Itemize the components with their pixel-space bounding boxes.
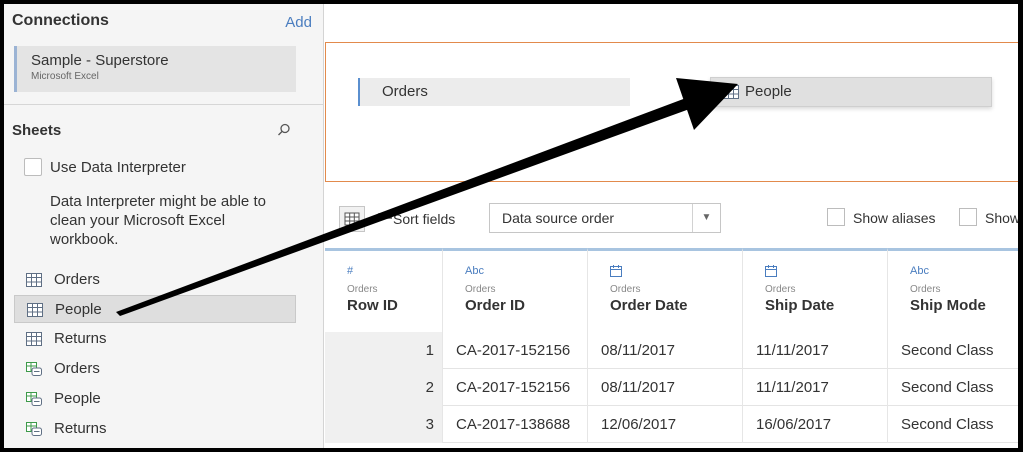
dragged-table-label: People [745, 83, 792, 100]
data-interpreter-checkbox[interactable] [24, 158, 42, 176]
named-range-icon [26, 362, 42, 376]
sheet-item-orders-range[interactable]: Orders [14, 355, 296, 383]
add-connection-link[interactable]: Add [285, 14, 312, 31]
table-cell: Second Class [901, 379, 994, 396]
column-name: Order ID [465, 297, 526, 314]
table-pill-orders[interactable]: Orders [358, 78, 630, 106]
connections-header: Connections Add [12, 12, 312, 34]
column-header-row-id[interactable]: # Orders Row ID [325, 248, 443, 332]
column-source: Orders [610, 284, 641, 295]
sheet-item-label: Returns [54, 420, 107, 437]
table-row: 3 CA-2017-138688 12/06/2017 16/06/2017 S… [325, 406, 1018, 443]
main-area: Orders People Sort fields Data source or… [325, 4, 1018, 448]
table-pill-label: Orders [382, 83, 428, 100]
table-cell: CA-2017-138688 [443, 406, 588, 443]
string-type-icon[interactable]: Abc [465, 265, 587, 281]
table-icon [27, 303, 43, 317]
column-header-ship-mode[interactable]: Abc Orders Ship Mode [888, 248, 1018, 332]
sheet-item-label: Returns [54, 330, 107, 347]
column-name: Order Date [610, 297, 688, 314]
table-row: 1 CA-2017-152156 08/11/2017 11/11/2017 S… [325, 332, 1018, 369]
chevron-down-icon[interactable]: ▼ [692, 204, 720, 232]
sort-fields-value: Data source order [502, 210, 615, 226]
sheet-item-label: People [55, 301, 102, 318]
table-icon [723, 85, 739, 99]
sheet-item-returns[interactable]: Returns [14, 325, 296, 353]
dragged-table-pill-people[interactable]: People [710, 77, 992, 107]
column-source: Orders [910, 284, 941, 295]
column-source: Orders [765, 284, 796, 295]
grid-toolbar: Sort fields Data source order ▼ Show ali… [325, 192, 1018, 244]
column-header-order-date[interactable]: Orders Order Date [588, 248, 743, 332]
table-cell: 08/11/2017 [588, 332, 743, 369]
table-cell: 3 [325, 406, 443, 443]
show-aliases-label: Show aliases [853, 210, 936, 226]
column-name: Row ID [347, 297, 398, 314]
search-icon[interactable] [276, 122, 292, 138]
show-hidden-label: Show [985, 210, 1018, 226]
column-name: Ship Date [765, 297, 835, 314]
column-source: Orders [347, 284, 378, 295]
sheet-item-people-range[interactable]: People [14, 385, 296, 413]
show-aliases-checkbox[interactable] [827, 208, 845, 226]
table-cell: 11/11/2017 [743, 369, 888, 406]
table-cell: 2 [325, 369, 443, 406]
connection-type: Microsoft Excel [31, 71, 99, 82]
table-cell: Second Class [901, 416, 994, 433]
sheet-item-returns-range[interactable]: Returns [14, 415, 296, 443]
table-cell: CA-2017-152156 [443, 369, 588, 406]
sheet-item-label: Orders [54, 360, 100, 377]
table-cell: Second Class [901, 342, 994, 359]
column-header-ship-date[interactable]: Orders Ship Date [743, 248, 888, 332]
table-icon [26, 332, 42, 346]
app-frame: Connections Add Sample - Superstore Micr… [4, 4, 1018, 448]
column-header-order-id[interactable]: Abc Orders Order ID [443, 248, 588, 332]
data-grid: # Orders Row ID Abc Orders Order ID Orde… [325, 248, 1018, 448]
sheet-item-people[interactable]: People [14, 295, 296, 323]
connection-name: Sample - Superstore [31, 52, 169, 69]
table-cell: 11/11/2017 [743, 332, 888, 369]
calendar-icon[interactable] [610, 265, 742, 281]
sort-fields-select[interactable]: Data source order ▼ [489, 203, 721, 233]
table-icon [26, 273, 42, 287]
table-cell: 1 [325, 332, 443, 369]
data-interpreter-help: Data Interpreter might be able to clean … [50, 193, 266, 248]
data-sidebar: Connections Add Sample - Superstore Micr… [4, 4, 324, 448]
sidebar-divider [4, 104, 324, 105]
table-cell: 12/06/2017 [588, 406, 743, 443]
calendar-icon[interactable] [765, 265, 887, 281]
list-view-icon[interactable] [375, 208, 395, 228]
connections-title: Connections [12, 12, 109, 29]
column-name: Ship Mode [910, 297, 986, 314]
connection-card[interactable]: Sample - Superstore Microsoft Excel [14, 46, 296, 92]
sort-fields-label: Sort fields [393, 211, 456, 227]
string-type-icon[interactable]: Abc [910, 265, 1018, 281]
sheet-item-label: People [54, 390, 101, 407]
sheet-item-orders[interactable]: Orders [14, 266, 296, 294]
table-cell: 08/11/2017 [588, 369, 743, 406]
table-cell: 16/06/2017 [743, 406, 888, 443]
table-cell: CA-2017-152156 [443, 332, 588, 369]
table-row: 2 CA-2017-152156 08/11/2017 11/11/2017 S… [325, 369, 1018, 406]
named-range-icon [26, 392, 42, 406]
named-range-icon [26, 422, 42, 436]
column-source: Orders [465, 284, 496, 295]
show-hidden-checkbox[interactable] [959, 208, 977, 226]
sheets-title: Sheets [12, 122, 62, 139]
data-interpreter-label: Use Data Interpreter [50, 159, 186, 176]
number-type-icon[interactable]: # [347, 265, 442, 281]
grid-icon [344, 212, 360, 226]
sheet-item-label: Orders [54, 271, 100, 288]
grid-view-button[interactable] [339, 206, 365, 232]
join-canvas[interactable]: Orders People [325, 42, 1018, 182]
